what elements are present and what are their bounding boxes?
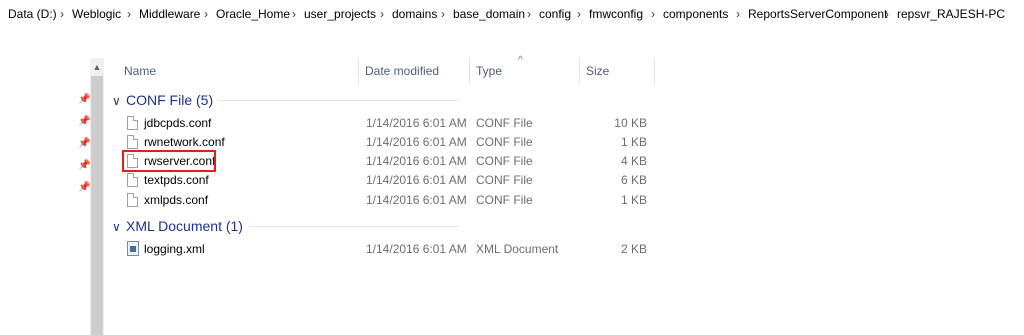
breadcrumb-middleware[interactable]: Middleware — [139, 0, 200, 28]
chevron-down-icon[interactable]: ∨ — [112, 217, 126, 237]
file-row[interactable]: logging.xml 1/14/2016 6:01 AM XML Docume… — [0, 240, 1024, 259]
file-date-modified: 1/14/2016 6:01 AM — [366, 135, 467, 149]
breadcrumb-separator-icon[interactable]: › — [204, 0, 208, 28]
file-name[interactable]: logging.xml — [144, 240, 205, 259]
breadcrumb-data-drive[interactable]: Data (D:) — [8, 0, 57, 28]
file-size: 4 KB — [620, 154, 647, 168]
breadcrumb-separator-icon[interactable]: › — [736, 0, 740, 28]
file-type: CONF File — [476, 193, 533, 207]
file-row[interactable]: textpds.conf 1/14/2016 6:01 AM CONF File… — [0, 171, 1024, 190]
file-size: 1 KB — [620, 193, 647, 207]
breadcrumb-separator-icon[interactable]: › — [441, 0, 445, 28]
file-row[interactable]: xmlpds.conf 1/14/2016 6:01 AM CONF File … — [0, 191, 1024, 210]
file-date-modified: 1/14/2016 6:01 AM — [366, 173, 467, 187]
file-icon — [127, 173, 138, 187]
breadcrumb-separator-icon[interactable]: › — [885, 0, 889, 28]
file-size: 1 KB — [620, 135, 647, 149]
file-date-modified: 1/14/2016 6:01 AM — [366, 154, 467, 168]
column-header-type[interactable]: Type — [476, 58, 502, 84]
group-header-xml-document[interactable]: ∨ XML Document (1) — [112, 216, 472, 236]
file-size: 6 KB — [620, 173, 647, 187]
address-bar[interactable]: Data (D:) › Weblogic › Middleware › Orac… — [0, 0, 1024, 28]
column-header-name[interactable]: Name — [124, 58, 156, 84]
breadcrumb-separator-icon[interactable]: › — [527, 0, 531, 28]
column-divider[interactable] — [469, 58, 470, 84]
breadcrumb-weblogic[interactable]: Weblogic — [72, 0, 121, 28]
breadcrumb-separator-icon[interactable]: › — [60, 0, 64, 28]
breadcrumb-reports-server-component[interactable]: ReportsServerComponent — [748, 0, 887, 28]
breadcrumb-config[interactable]: config — [539, 0, 571, 28]
group-label: CONF File (5) — [126, 92, 214, 108]
file-name[interactable]: textpds.conf — [144, 171, 209, 190]
file-date-modified: 1/14/2016 6:01 AM — [366, 116, 467, 130]
file-type: CONF File — [476, 154, 533, 168]
sort-ascending-icon: ^ — [518, 55, 523, 66]
file-type: CONF File — [476, 135, 533, 149]
highlight-box — [122, 150, 216, 172]
breadcrumb-components[interactable]: components — [663, 0, 728, 28]
column-divider[interactable] — [654, 58, 655, 84]
file-date-modified: 1/14/2016 6:01 AM — [366, 242, 467, 256]
xml-file-icon — [127, 241, 139, 256]
breadcrumb-domains[interactable]: domains — [392, 0, 437, 28]
scroll-up-arrow-icon[interactable]: ▲ — [92, 62, 102, 72]
column-header-size[interactable]: Size — [586, 58, 609, 84]
breadcrumb-oracle-home[interactable]: Oracle_Home — [216, 0, 290, 28]
file-type: CONF File — [476, 116, 533, 130]
group-header-conf-file[interactable]: ∨ CONF File (5) — [112, 90, 472, 110]
file-size: 2 KB — [620, 242, 647, 256]
pin-icon[interactable]: 📌 — [78, 95, 90, 105]
breadcrumb-separator-icon[interactable]: › — [292, 0, 296, 28]
breadcrumb-fmwconfig[interactable]: fmwconfig — [589, 0, 643, 28]
breadcrumb-separator-icon[interactable]: › — [127, 0, 131, 28]
file-size: 10 KB — [614, 116, 647, 130]
file-date-modified: 1/14/2016 6:01 AM — [366, 193, 467, 207]
file-icon — [127, 116, 138, 130]
breadcrumb-user-projects[interactable]: user_projects — [304, 0, 376, 28]
column-divider[interactable] — [579, 58, 580, 84]
file-name[interactable]: xmlpds.conf — [144, 191, 208, 210]
column-divider[interactable] — [358, 58, 359, 84]
file-row[interactable]: jdbcpds.conf 1/14/2016 6:01 AM CONF File… — [0, 114, 1024, 133]
breadcrumb-separator-icon[interactable]: › — [380, 0, 384, 28]
breadcrumb-repsvr-rajesh-pc[interactable]: repsvr_RAJESH-PC — [897, 0, 1005, 28]
group-label: XML Document (1) — [126, 218, 243, 234]
file-type: XML Document — [476, 242, 559, 256]
group-divider — [218, 100, 458, 101]
breadcrumb-base-domain[interactable]: base_domain — [453, 0, 525, 28]
file-type: CONF File — [476, 173, 533, 187]
breadcrumb-separator-icon[interactable]: › — [577, 0, 581, 28]
column-header-date-modified[interactable]: Date modified — [365, 58, 439, 84]
chevron-down-icon[interactable]: ∨ — [112, 91, 126, 111]
file-name[interactable]: jdbcpds.conf — [144, 114, 211, 133]
breadcrumb-separator-icon[interactable]: › — [651, 0, 655, 28]
file-icon — [127, 193, 138, 207]
file-icon — [127, 135, 138, 149]
group-divider — [250, 226, 458, 227]
